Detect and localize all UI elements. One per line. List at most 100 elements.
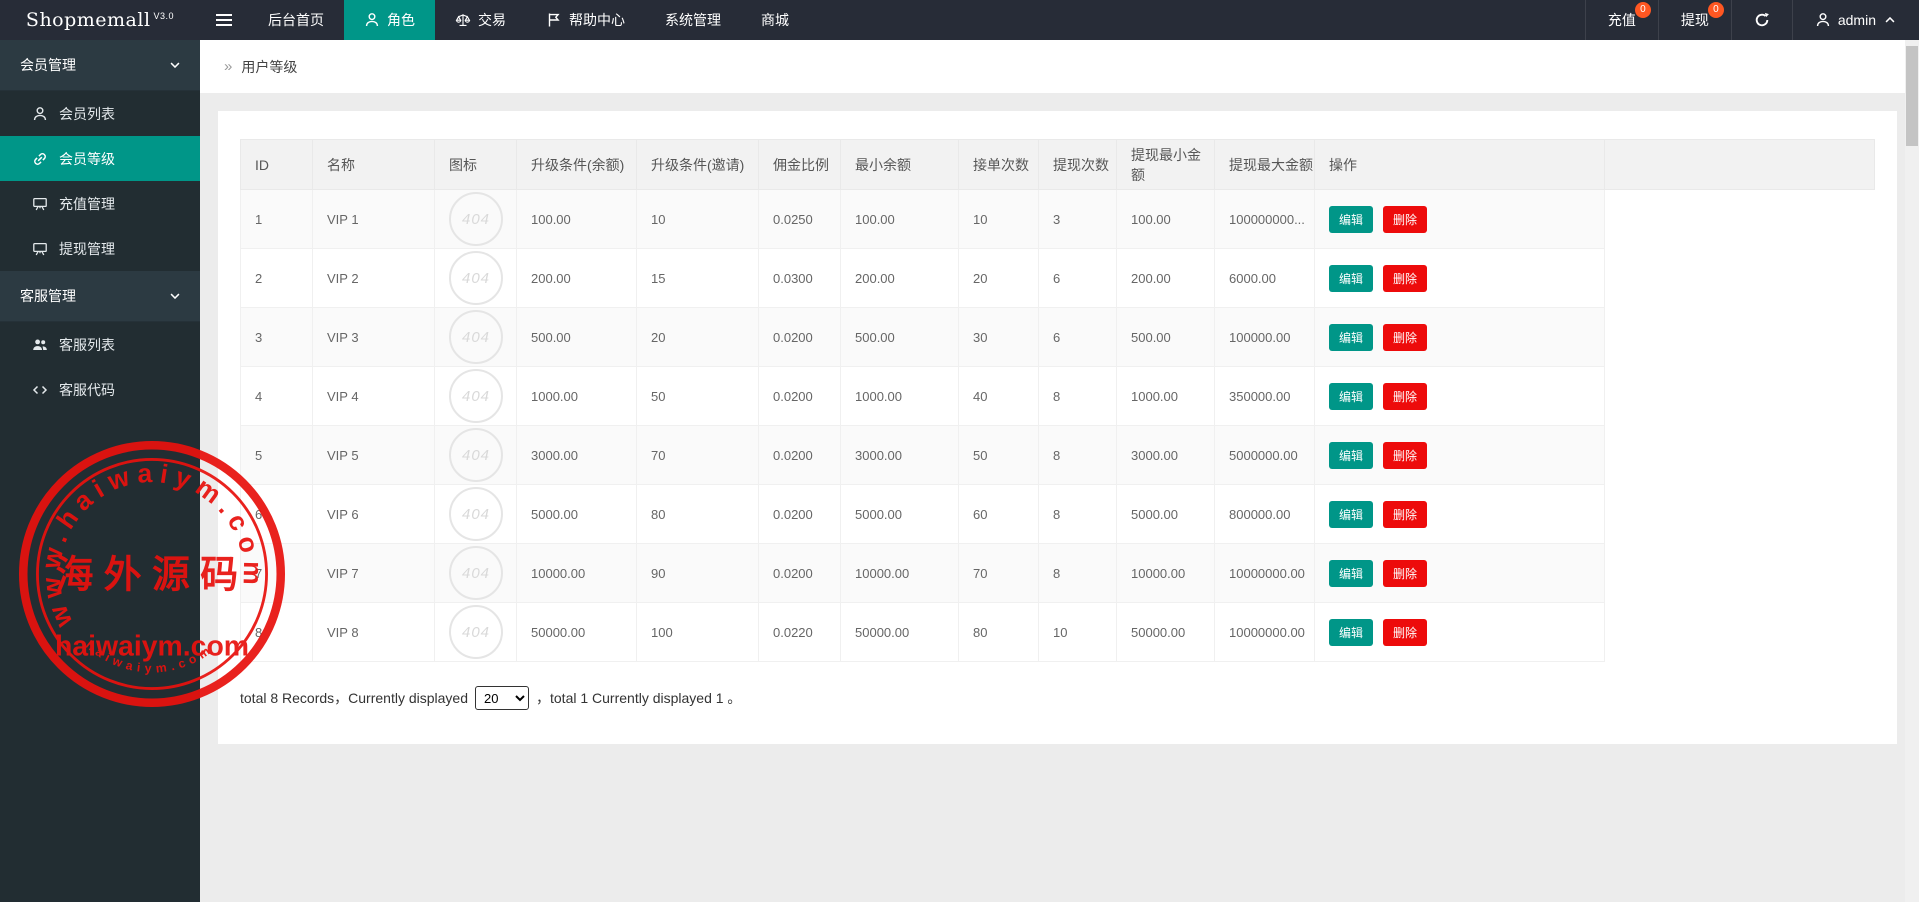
page-size-select[interactable]: 20 bbox=[475, 686, 529, 710]
sidebar-section-label: 会员管理 bbox=[20, 55, 76, 75]
nav-item-roles[interactable]: 角色 bbox=[344, 0, 435, 40]
cell-actions: 编辑删除 bbox=[1315, 544, 1605, 603]
app-logo: Shopmemall V3.0 bbox=[0, 0, 200, 40]
edit-button[interactable]: 编辑 bbox=[1329, 619, 1373, 646]
nav-item-trade[interactable]: 交易 bbox=[435, 0, 526, 40]
sidebar-toggle-button[interactable] bbox=[200, 0, 248, 40]
cell-filler bbox=[1605, 544, 1875, 603]
delete-button[interactable]: 删除 bbox=[1383, 501, 1427, 528]
cell-withdraw-max: 10000000.00 bbox=[1215, 603, 1315, 662]
nav-item-help-center[interactable]: 帮助中心 bbox=[526, 0, 645, 40]
cell-filler bbox=[1605, 426, 1875, 485]
withdraw-badge: 0 bbox=[1708, 2, 1724, 18]
nav-item-label: 交易 bbox=[478, 10, 506, 30]
edit-button[interactable]: 编辑 bbox=[1329, 501, 1373, 528]
cell-icon: 404 bbox=[435, 544, 517, 603]
edit-button[interactable]: 编辑 bbox=[1329, 265, 1373, 292]
cell-filler bbox=[1605, 249, 1875, 308]
main-menu: 后台首页 角色 交易 帮助中心 系统管理 商城 bbox=[248, 0, 809, 40]
cell-id: 2 bbox=[241, 249, 313, 308]
user-icon bbox=[32, 106, 48, 122]
delete-button[interactable]: 删除 bbox=[1383, 324, 1427, 351]
delete-button[interactable]: 删除 bbox=[1383, 442, 1427, 469]
scrollbar-track[interactable] bbox=[1905, 40, 1919, 902]
nav-item-recharge[interactable]: 充值 0 bbox=[1585, 0, 1658, 40]
nav-item-label: 角色 bbox=[387, 10, 415, 30]
cell-name: VIP 7 bbox=[313, 544, 435, 603]
sidebar-item-member-list[interactable]: 会员列表 bbox=[0, 91, 200, 136]
cell-actions: 编辑删除 bbox=[1315, 426, 1605, 485]
nav-item-mall[interactable]: 商城 bbox=[741, 0, 809, 40]
edit-button[interactable]: 编辑 bbox=[1329, 206, 1373, 233]
table-row: 8VIP 840450000.001000.022050000.00801050… bbox=[241, 603, 1875, 662]
cell-actions: 编辑删除 bbox=[1315, 190, 1605, 249]
cell-commission-rate: 0.0300 bbox=[759, 249, 841, 308]
cell-order-count: 60 bbox=[959, 485, 1039, 544]
cell-icon: 404 bbox=[435, 190, 517, 249]
display-icon bbox=[32, 241, 48, 257]
cell-withdraw-min: 500.00 bbox=[1117, 308, 1215, 367]
breadcrumb: » 用户等级 bbox=[200, 40, 1905, 93]
delete-button[interactable]: 删除 bbox=[1383, 619, 1427, 646]
cell-upgrade-balance: 500.00 bbox=[517, 308, 637, 367]
app-version: V3.0 bbox=[154, 11, 175, 21]
sidebar-item-recharge-management[interactable]: 充值管理 bbox=[0, 181, 200, 226]
sidebar-section-member-management[interactable]: 会员管理 bbox=[0, 40, 200, 91]
sidebar-item-service-list[interactable]: 客服列表 bbox=[0, 322, 200, 367]
cell-withdraw-count: 8 bbox=[1039, 544, 1117, 603]
pagination-bar: total 8 Records，Currently displayed 20 ，… bbox=[240, 686, 1875, 710]
cell-order-count: 70 bbox=[959, 544, 1039, 603]
cell-upgrade-invite: 10 bbox=[637, 190, 759, 249]
edit-button[interactable]: 编辑 bbox=[1329, 442, 1373, 469]
col-icon: 图标 bbox=[435, 140, 517, 190]
cell-commission-rate: 0.0200 bbox=[759, 426, 841, 485]
cell-upgrade-invite: 50 bbox=[637, 367, 759, 426]
cell-id: 7 bbox=[241, 544, 313, 603]
sidebar-section-service-management[interactable]: 客服管理 bbox=[0, 271, 200, 322]
cell-actions: 编辑删除 bbox=[1315, 603, 1605, 662]
content-area: ID 名称 图标 升级条件(余额) 升级条件(邀请) 佣金比例 最小余额 接单次… bbox=[200, 93, 1905, 744]
cell-icon: 404 bbox=[435, 485, 517, 544]
users-icon bbox=[32, 337, 48, 353]
col-upgrade-invite: 升级条件(邀请) bbox=[637, 140, 759, 190]
cell-order-count: 40 bbox=[959, 367, 1039, 426]
cell-actions: 编辑删除 bbox=[1315, 249, 1605, 308]
cell-upgrade-balance: 100.00 bbox=[517, 190, 637, 249]
cell-actions: 编辑删除 bbox=[1315, 367, 1605, 426]
nav-item-dashboard[interactable]: 后台首页 bbox=[248, 0, 344, 40]
delete-button[interactable]: 删除 bbox=[1383, 560, 1427, 587]
user-menu[interactable]: admin bbox=[1792, 0, 1919, 40]
cell-commission-rate: 0.0200 bbox=[759, 308, 841, 367]
table-row: 6VIP 64045000.00800.02005000.006085000.0… bbox=[241, 485, 1875, 544]
edit-button[interactable]: 编辑 bbox=[1329, 383, 1373, 410]
edit-button[interactable]: 编辑 bbox=[1329, 324, 1373, 351]
table-row: 4VIP 44041000.00500.02001000.004081000.0… bbox=[241, 367, 1875, 426]
nav-item-withdraw[interactable]: 提现 0 bbox=[1658, 0, 1731, 40]
cell-withdraw-max: 5000000.00 bbox=[1215, 426, 1315, 485]
nav-item-label: 充值 bbox=[1608, 10, 1636, 30]
sidebar-item-service-code[interactable]: 客服代码 bbox=[0, 367, 200, 412]
delete-button[interactable]: 删除 bbox=[1383, 265, 1427, 292]
sidebar-item-member-level[interactable]: 会员等级 bbox=[0, 136, 200, 181]
user-icon bbox=[364, 12, 380, 28]
cell-withdraw-count: 8 bbox=[1039, 426, 1117, 485]
delete-button[interactable]: 删除 bbox=[1383, 206, 1427, 233]
image-404-placeholder: 404 bbox=[449, 487, 503, 541]
sidebar-item-withdraw-management[interactable]: 提现管理 bbox=[0, 226, 200, 271]
nav-item-system-management[interactable]: 系统管理 bbox=[645, 0, 741, 40]
image-404-placeholder: 404 bbox=[449, 605, 503, 659]
image-404-placeholder: 404 bbox=[449, 546, 503, 600]
navbar-right: 充值 0 提现 0 admin bbox=[1585, 0, 1919, 40]
image-404-placeholder: 404 bbox=[449, 251, 503, 305]
cell-upgrade-invite: 80 bbox=[637, 485, 759, 544]
chevron-down-icon bbox=[168, 289, 182, 303]
cell-upgrade-invite: 100 bbox=[637, 603, 759, 662]
scrollbar-thumb[interactable] bbox=[1906, 46, 1918, 146]
edit-button[interactable]: 编辑 bbox=[1329, 560, 1373, 587]
image-404-placeholder: 404 bbox=[449, 192, 503, 246]
refresh-button[interactable] bbox=[1731, 0, 1792, 40]
col-withdraw-max: 提现最大金额 bbox=[1215, 140, 1315, 190]
cell-withdraw-min: 200.00 bbox=[1117, 249, 1215, 308]
delete-button[interactable]: 删除 bbox=[1383, 383, 1427, 410]
cell-withdraw-count: 6 bbox=[1039, 249, 1117, 308]
